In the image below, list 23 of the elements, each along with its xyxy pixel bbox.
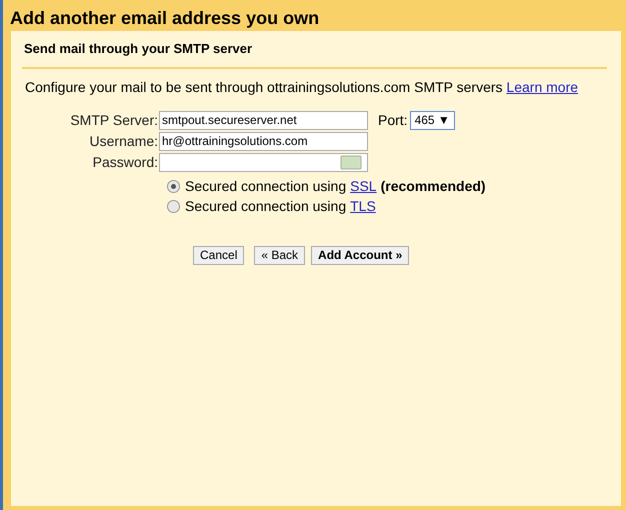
port-select[interactable]: 465 ▼ xyxy=(410,110,455,130)
dialog-button[interactable]: « Back xyxy=(254,246,306,264)
section-heading: Send mail through your SMTP server xyxy=(23,40,254,58)
box-icon xyxy=(340,154,362,170)
field-label: SMTP Server: xyxy=(69,110,159,130)
option-label: Secured connection using xyxy=(185,197,346,216)
dialog-button[interactable]: Cancel xyxy=(193,246,244,264)
intro-text: Configure your mail to be sent through ottrainingsolutions.com SMTP servers Learn more xyxy=(24,78,580,97)
field-label: Password: xyxy=(92,152,159,172)
option-link[interactable]: SSL xyxy=(350,176,377,197)
option-link[interactable]: TLS xyxy=(350,196,376,217)
port-label: Port: xyxy=(378,110,408,130)
field-label: Username: xyxy=(88,132,159,150)
option-note: (recommended) xyxy=(380,177,486,196)
password-field[interactable] xyxy=(159,152,368,172)
radio-button[interactable] xyxy=(167,180,180,193)
input-field[interactable]: hr@ottrainingsolutions.com xyxy=(159,132,368,150)
option-label: Secured connection using xyxy=(185,177,346,196)
dialog-button[interactable]: Add Account » xyxy=(311,246,410,264)
learn-more-link[interactable]: Learn more xyxy=(506,78,578,94)
radio-button[interactable] xyxy=(167,200,180,213)
dialog-title: Add another email address you own xyxy=(9,7,320,30)
input-field[interactable]: smtpout.secureserver.net xyxy=(159,110,368,130)
